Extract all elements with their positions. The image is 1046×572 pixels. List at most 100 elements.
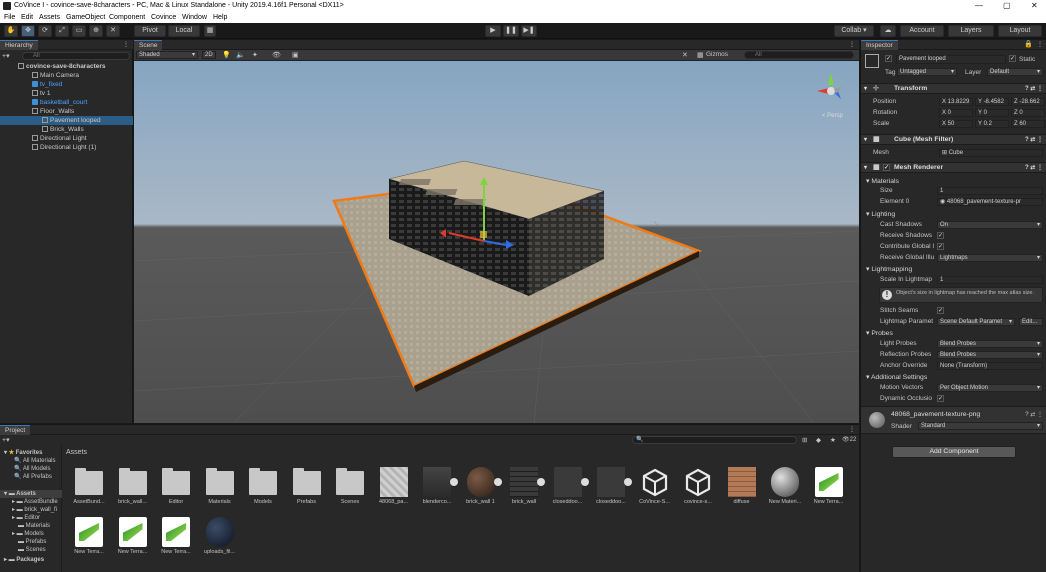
- tree-item[interactable]: ▬ Materials: [0, 522, 62, 530]
- tab-inspector[interactable]: Inspector: [861, 40, 898, 50]
- asset-tile[interactable]: New Terra...: [810, 467, 848, 513]
- project-add-button[interactable]: +▾: [2, 436, 10, 444]
- hidden-objects-icon[interactable]: 👁: [272, 51, 281, 59]
- transform-header[interactable]: ▾ ⊹ Transform ? ⇄ ⋮: [861, 83, 1046, 94]
- lighting-toggle-icon[interactable]: 💡: [222, 51, 231, 59]
- tab-hierarchy[interactable]: Hierarchy: [0, 40, 38, 50]
- reflection-probes-dropdown[interactable]: Blend Probes: [937, 351, 1043, 359]
- add-component-button[interactable]: Add Component: [892, 446, 1016, 458]
- asset-tile[interactable]: closeddoo...: [592, 467, 632, 513]
- hierarchy-item[interactable]: covince-save-8characters: [0, 62, 133, 71]
- maximize-button[interactable]: ▢: [1003, 1, 1011, 10]
- tree-item[interactable]: ▬ Scenes: [0, 546, 62, 554]
- asset-tile[interactable]: AssetBund...: [70, 467, 108, 513]
- dynamic-occlusion-checkbox[interactable]: ✓: [937, 395, 944, 402]
- move-tool-icon[interactable]: ✥: [21, 25, 35, 37]
- custom-tool-icon[interactable]: ✕: [106, 25, 120, 37]
- anchor-override-field[interactable]: None (Transform): [937, 362, 1043, 370]
- material-menu-icon[interactable]: ? ⇄ ⋮: [1025, 411, 1043, 418]
- layer-dropdown[interactable]: Default: [987, 68, 1043, 76]
- menu-covince[interactable]: Covince: [151, 14, 176, 21]
- hierarchy-item[interactable]: Directional Light: [0, 134, 133, 143]
- position-x-field[interactable]: X 13.8229: [939, 98, 973, 106]
- collab-dropdown[interactable]: Collab ▾: [834, 25, 874, 37]
- component-menu-icon[interactable]: ? ⇄ ⋮: [1025, 84, 1043, 94]
- pause-button[interactable]: ❚❚: [503, 25, 519, 37]
- filter-label-icon[interactable]: ◆: [816, 436, 821, 444]
- lock-icon[interactable]: 🔒: [1024, 40, 1033, 48]
- hierarchy-item-selected[interactable]: Pavement looped: [0, 116, 133, 125]
- receive-gi-dropdown[interactable]: Lightmaps: [937, 254, 1043, 262]
- persp-label[interactable]: < Persp: [822, 113, 844, 119]
- scene-viewport[interactable]: < Persp: [134, 61, 859, 423]
- asset-tile[interactable]: 48068_pa...: [375, 467, 413, 513]
- edit-params-button[interactable]: Edit...: [1019, 318, 1043, 326]
- grid-snap-icon[interactable]: ▦: [204, 25, 216, 37]
- expand-arrow-icon[interactable]: [493, 478, 502, 486]
- scene-menu-icon[interactable]: ⋮: [849, 41, 855, 48]
- project-menu-icon[interactable]: ⋮: [849, 426, 855, 433]
- object-name-field[interactable]: Pavement looped: [896, 55, 1006, 64]
- menu-assets[interactable]: Assets: [39, 14, 60, 21]
- hierarchy-item[interactable]: Brick_Walls: [0, 125, 133, 134]
- pivot-toggle[interactable]: Pivot: [134, 25, 166, 37]
- asset-tile[interactable]: brick_wall 1: [462, 467, 502, 513]
- tree-item[interactable]: ▸ ▬ Models: [0, 530, 62, 538]
- size-field[interactable]: 1: [937, 187, 1043, 195]
- scale-lightmap-field[interactable]: 1: [937, 276, 1043, 284]
- mesh-field[interactable]: ⊞ Cube: [939, 149, 1043, 157]
- asset-tile[interactable]: closeddoo...: [549, 467, 589, 513]
- hierarchy-item[interactable]: Floor_Walls: [0, 107, 133, 116]
- position-y-field[interactable]: Y -8.4582: [975, 98, 1009, 106]
- camera-settings-icon[interactable]: ▣: [292, 51, 299, 59]
- scale-z-field[interactable]: Z 60: [1011, 120, 1045, 128]
- menu-edit[interactable]: Edit: [21, 14, 33, 21]
- project-search-input[interactable]: 🔍: [632, 436, 797, 444]
- layers-dropdown[interactable]: Layers: [948, 25, 994, 37]
- rotation-y-field[interactable]: Y 0: [975, 109, 1009, 117]
- gizmos-dropdown[interactable]: Gizmos: [706, 51, 728, 58]
- tab-scene[interactable]: Scene: [134, 40, 163, 50]
- layout-dropdown[interactable]: Layout: [998, 25, 1042, 37]
- minimize-button[interactable]: —: [975, 1, 983, 10]
- hierarchy-search-input[interactable]: All: [22, 52, 130, 60]
- stitch-seams-checkbox[interactable]: ✓: [937, 307, 944, 314]
- scale-y-field[interactable]: Y 0.2: [975, 120, 1009, 128]
- lightmapping-foldout[interactable]: ▾ Lightmapping: [866, 265, 912, 273]
- account-dropdown[interactable]: Account: [900, 25, 944, 37]
- transform-tool-icon[interactable]: ⊕: [89, 25, 103, 37]
- mesh-renderer-enabled-checkbox[interactable]: ✓: [883, 164, 890, 171]
- scale-x-field[interactable]: X 50: [939, 120, 973, 128]
- expand-arrow-icon[interactable]: [624, 478, 632, 486]
- position-z-field[interactable]: Z -28.662: [1011, 98, 1045, 106]
- rotation-z-field[interactable]: Z 0: [1011, 109, 1045, 117]
- gizmo-toggle-icon[interactable]: ▦: [697, 51, 704, 59]
- component-menu-icon[interactable]: ? ⇄ ⋮: [1025, 135, 1043, 145]
- probes-foldout[interactable]: ▾ Probes: [866, 329, 893, 337]
- tree-item-favorites[interactable]: ▾ ★ Favorites: [0, 449, 62, 457]
- material-slot-field[interactable]: ◉ 48068_pavement-texture-pr: [937, 198, 1043, 206]
- receive-shadows-checkbox[interactable]: ✓: [937, 232, 944, 239]
- tag-dropdown[interactable]: Untagged: [897, 68, 957, 76]
- materials-foldout[interactable]: ▾ Materials: [866, 177, 899, 185]
- tree-item-assets[interactable]: ▾ ▬ Assets: [0, 490, 62, 498]
- menu-component[interactable]: Component: [109, 14, 145, 21]
- motion-vectors-dropdown[interactable]: Per Object Motion: [937, 384, 1043, 392]
- hierarchy-item[interactable]: tv_fixed: [0, 80, 133, 89]
- asset-tile[interactable]: Models: [244, 467, 282, 513]
- asset-tile[interactable]: uploads_fil...: [201, 517, 239, 563]
- tree-item[interactable]: ▸ ▬ Editor: [0, 514, 62, 522]
- expand-arrow-icon[interactable]: [580, 478, 589, 486]
- component-menu-icon[interactable]: ? ⇄ ⋮: [1025, 163, 1043, 173]
- additional-settings-foldout[interactable]: ▾ Additional Settings: [866, 373, 927, 381]
- hierarchy-item[interactable]: Main Camera: [0, 71, 133, 80]
- play-button[interactable]: ▶: [485, 25, 501, 37]
- tree-item[interactable]: ▸ ▬ AssetBundle: [0, 498, 62, 506]
- hierarchy-add-button[interactable]: +▾: [2, 52, 12, 60]
- hierarchy-item[interactable]: tv 1: [0, 89, 133, 98]
- scale-tool-icon[interactable]: ⤢: [55, 25, 69, 37]
- tree-item-packages[interactable]: ▸ ▬ Packages: [0, 556, 62, 564]
- asset-tile[interactable]: brick_wall...: [114, 467, 152, 513]
- effects-toggle-icon[interactable]: ✦: [252, 51, 258, 59]
- lightmap-params-dropdown[interactable]: Scene Default Paramet: [937, 318, 1015, 326]
